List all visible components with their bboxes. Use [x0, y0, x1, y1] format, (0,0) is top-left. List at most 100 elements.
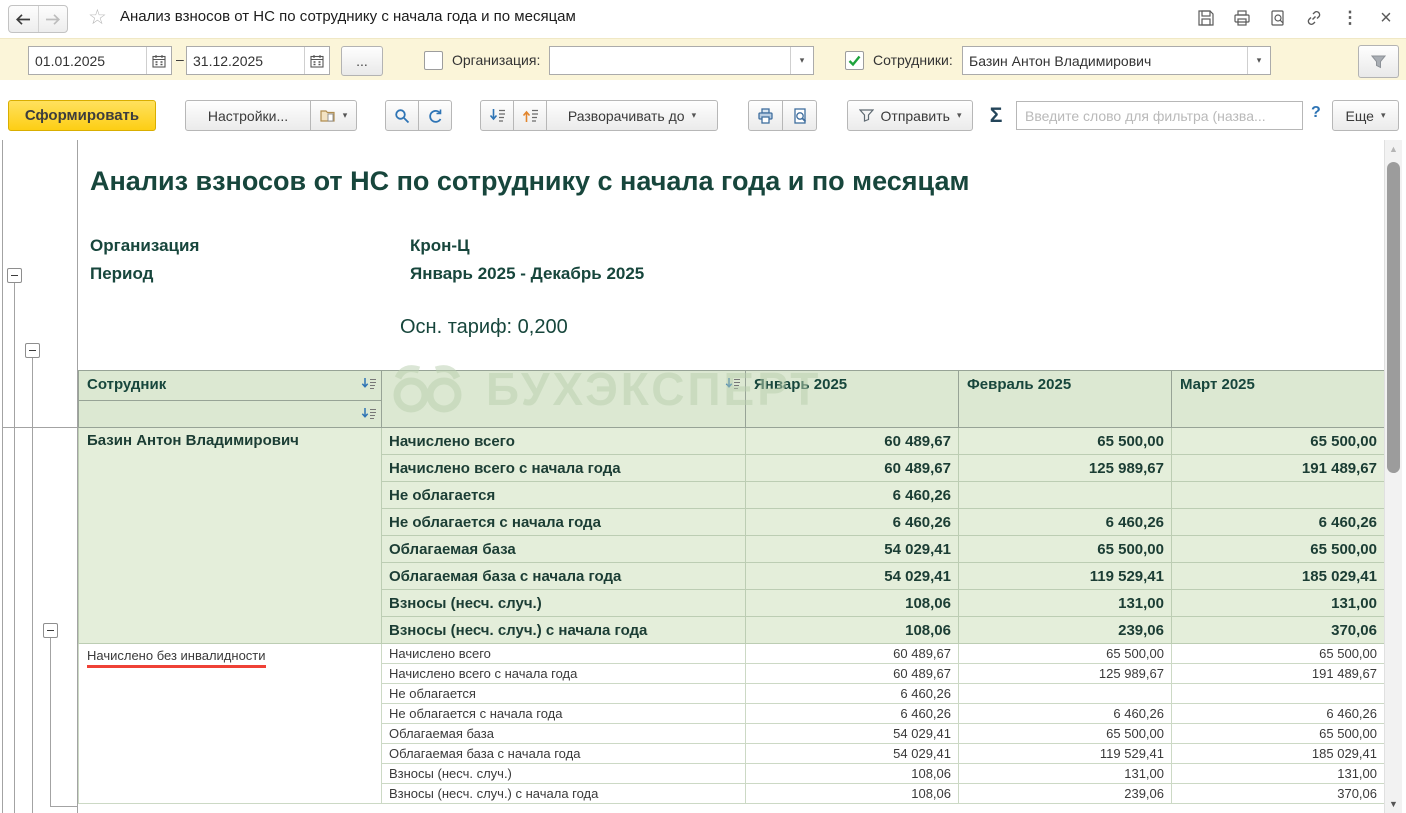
indicator-cell[interactable]: Не облагается с начала года — [382, 509, 746, 536]
period-variants-button[interactable]: ... — [341, 46, 383, 76]
expand-groups-icon-button[interactable] — [480, 100, 514, 131]
value-cell[interactable]: 6 460,26 — [1172, 509, 1385, 536]
link-icon[interactable] — [1304, 8, 1324, 28]
value-cell[interactable]: 108,06 — [746, 617, 959, 644]
month-column-header[interactable]: Январь 2025 — [746, 371, 959, 428]
preview-button[interactable] — [782, 100, 817, 131]
organization-checkbox[interactable] — [424, 51, 443, 70]
value-cell[interactable]: 65 500,00 — [959, 428, 1172, 455]
menu-kebab-icon[interactable]: ⋮ — [1340, 8, 1360, 28]
indicator-cell[interactable]: Взносы (несч. случ.) — [382, 764, 746, 784]
back-button[interactable] — [9, 6, 39, 32]
value-cell[interactable]: 60 489,67 — [746, 428, 959, 455]
vertical-scrollbar[interactable]: ▲ ▼ — [1384, 140, 1402, 813]
indicator-cell[interactable]: Взносы (несч. случ.) с начала года — [382, 617, 746, 644]
indicator-cell[interactable]: Не облагается — [382, 482, 746, 509]
value-cell[interactable]: 6 460,26 — [746, 704, 959, 724]
employee-subheader[interactable] — [79, 401, 382, 428]
collapse-group-button[interactable] — [7, 268, 22, 283]
value-cell[interactable]: 60 489,67 — [746, 455, 959, 482]
indicator-cell[interactable]: Не облагается с начала года — [382, 704, 746, 724]
indicator-cell[interactable]: Начислено всего — [382, 644, 746, 664]
value-cell[interactable]: 65 500,00 — [959, 644, 1172, 664]
value-cell[interactable]: 65 500,00 — [1172, 644, 1385, 664]
value-cell[interactable]: 54 029,41 — [746, 536, 959, 563]
indicator-cell[interactable]: Облагаемая база — [382, 536, 746, 563]
collapse-group-button[interactable] — [43, 623, 58, 638]
employees-input[interactable] — [963, 47, 1247, 74]
value-cell[interactable]: 239,06 — [959, 784, 1172, 804]
chevron-down-icon[interactable]: ▾ — [1247, 47, 1270, 74]
value-cell[interactable]: 65 500,00 — [959, 724, 1172, 744]
indicator-cell[interactable]: Не облагается — [382, 684, 746, 704]
value-cell[interactable]: 125 989,67 — [959, 664, 1172, 684]
value-cell[interactable]: 6 460,26 — [746, 482, 959, 509]
sort-icon[interactable] — [361, 377, 377, 390]
value-cell[interactable]: 65 500,00 — [1172, 536, 1385, 563]
collapse-groups-icon-button[interactable] — [513, 100, 547, 131]
print-preview-icon[interactable] — [1268, 8, 1288, 28]
value-cell[interactable]: 125 989,67 — [959, 455, 1172, 482]
forward-button[interactable] — [39, 6, 68, 32]
scroll-up-icon[interactable]: ▲ — [1385, 142, 1402, 156]
group-label-cell[interactable]: Базин Антон Владимирович — [79, 428, 382, 644]
sum-sigma-button[interactable]: Σ — [982, 100, 1010, 131]
value-cell[interactable]: 54 029,41 — [746, 744, 959, 764]
value-cell[interactable]: 60 489,67 — [746, 644, 959, 664]
value-cell[interactable]: 65 500,00 — [1172, 724, 1385, 744]
scroll-down-icon[interactable]: ▼ — [1385, 797, 1402, 812]
date-from-input[interactable] — [29, 47, 146, 74]
scrollbar-thumb[interactable] — [1387, 162, 1400, 473]
value-cell[interactable]: 60 489,67 — [746, 664, 959, 684]
value-cell[interactable]: 54 029,41 — [746, 563, 959, 590]
indicator-cell[interactable]: Начислено всего с начала года — [382, 455, 746, 482]
close-icon[interactable]: × — [1376, 8, 1396, 28]
value-cell[interactable] — [959, 684, 1172, 704]
value-cell[interactable]: 370,06 — [1172, 617, 1385, 644]
value-cell[interactable]: 6 460,26 — [1172, 704, 1385, 724]
value-cell[interactable]: 131,00 — [959, 764, 1172, 784]
value-cell[interactable]: 108,06 — [746, 590, 959, 617]
value-cell[interactable]: 65 500,00 — [1172, 428, 1385, 455]
value-cell[interactable]: 54 029,41 — [746, 724, 959, 744]
chevron-down-icon[interactable]: ▾ — [790, 47, 813, 74]
report-variants-button[interactable]: ▾ — [310, 100, 357, 131]
value-cell[interactable]: 119 529,41 — [959, 744, 1172, 764]
indicator-column-header[interactable] — [382, 371, 746, 428]
generate-button[interactable]: Сформировать — [8, 100, 156, 131]
date-to-input[interactable] — [187, 47, 304, 74]
send-button[interactable]: Отправить ▾ — [847, 100, 973, 131]
collapse-group-button[interactable] — [25, 343, 40, 358]
value-cell[interactable]: 185 029,41 — [1172, 563, 1385, 590]
indicator-cell[interactable]: Начислено всего — [382, 428, 746, 455]
refresh-search-button[interactable] — [418, 100, 452, 131]
indicator-cell[interactable]: Взносы (несч. случ.) с начала года — [382, 784, 746, 804]
employees-checkbox[interactable] — [845, 51, 864, 70]
print-button[interactable] — [748, 100, 783, 131]
organization-input[interactable] — [550, 47, 790, 74]
value-cell[interactable]: 191 489,67 — [1172, 455, 1385, 482]
value-cell[interactable]: 131,00 — [1172, 764, 1385, 784]
help-icon[interactable]: ? — [1311, 104, 1321, 122]
indicator-cell[interactable]: Облагаемая база — [382, 724, 746, 744]
value-cell[interactable]: 6 460,26 — [959, 704, 1172, 724]
value-cell[interactable]: 185 029,41 — [1172, 744, 1385, 764]
favorite-star-icon[interactable]: ☆ — [88, 5, 107, 30]
group-label-cell[interactable]: Начислено без инвалидности — [79, 644, 382, 804]
value-cell[interactable]: 108,06 — [746, 764, 959, 784]
indicator-cell[interactable]: Облагаемая база с начала года — [382, 744, 746, 764]
value-cell[interactable]: 65 500,00 — [959, 536, 1172, 563]
indicator-cell[interactable]: Взносы (несч. случ.) — [382, 590, 746, 617]
search-button[interactable] — [385, 100, 419, 131]
value-cell[interactable]: 370,06 — [1172, 784, 1385, 804]
calendar-icon[interactable] — [304, 47, 329, 74]
value-cell[interactable]: 119 529,41 — [959, 563, 1172, 590]
month-column-header[interactable]: Февраль 2025 — [959, 371, 1172, 428]
value-cell[interactable]: 131,00 — [959, 590, 1172, 617]
print-icon[interactable] — [1232, 8, 1252, 28]
value-cell[interactable]: 239,06 — [959, 617, 1172, 644]
indicator-cell[interactable]: Облагаемая база с начала года — [382, 563, 746, 590]
expand-to-button[interactable]: Разворачивать до ▾ — [546, 100, 718, 131]
filter-settings-button[interactable] — [1358, 45, 1399, 78]
sort-icon[interactable] — [725, 377, 741, 390]
